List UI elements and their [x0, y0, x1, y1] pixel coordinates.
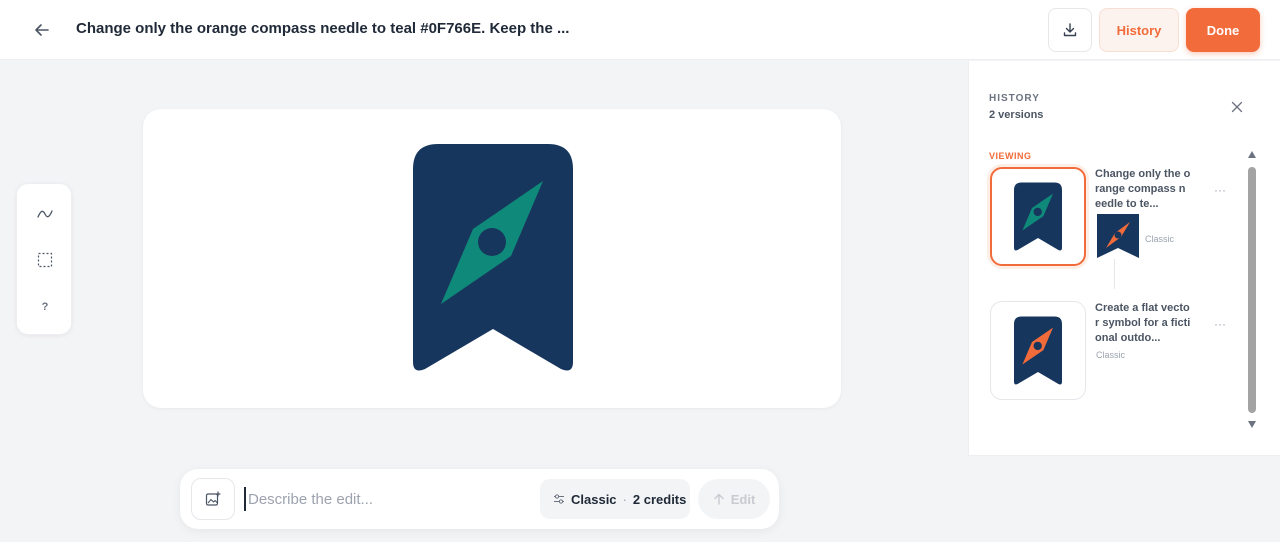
version-2-text: Create a flat vector symbol for a fictio…: [1095, 302, 1191, 344]
select-region-tool[interactable]: [31, 246, 59, 274]
separator-dot: ·: [622, 491, 627, 507]
version-1-menu-button[interactable]: ···: [1210, 184, 1230, 199]
squiggle-icon: [37, 210, 53, 218]
arrow-up-icon: [714, 493, 724, 505]
version-thumb-1[interactable]: [990, 167, 1086, 266]
compass-center: [478, 228, 506, 256]
version-1-text: Change only the orange compass needle to…: [1095, 168, 1191, 210]
close-history-button[interactable]: [1227, 97, 1247, 117]
edit-label: Edit: [730, 491, 756, 507]
history-heading: HISTORY: [989, 93, 1040, 104]
close-icon: [1231, 101, 1243, 113]
viewing-label: VIEWING: [989, 151, 1032, 161]
logo-thumbnail: [1014, 182, 1062, 250]
version-2-menu-button[interactable]: ···: [1210, 318, 1230, 333]
logo-preview: [413, 144, 573, 371]
freehand-tool[interactable]: [31, 200, 59, 228]
version-thumb-2[interactable]: [990, 301, 1086, 400]
download-button[interactable]: [1048, 8, 1092, 52]
mode-selector[interactable]: Classic · 2 credits: [540, 479, 690, 519]
mode-label: Classic: [571, 491, 617, 507]
history-panel: HISTORY 2 versions VIEWING Change only t…: [968, 61, 1280, 456]
logo-thumbnail: [1014, 316, 1062, 384]
version-1-tag: Classic: [1145, 234, 1175, 244]
scroll-up-arrow[interactable]: [1248, 151, 1256, 158]
version-count: 2 versions: [989, 109, 1044, 121]
scroll-down-arrow[interactable]: [1248, 421, 1256, 428]
back-button[interactable]: [28, 16, 56, 44]
scroll-thumb[interactable]: [1248, 167, 1256, 413]
download-icon: [1063, 23, 1077, 37]
edit-prompt-input[interactable]: [244, 487, 524, 511]
source-thumbnail: [1097, 214, 1139, 258]
canvas-preview: [143, 109, 841, 408]
done-button[interactable]: Done: [1186, 8, 1260, 52]
history-scrollbar[interactable]: [1245, 151, 1259, 431]
sliders-icon: [554, 494, 564, 504]
version-2-tag: Classic: [1096, 350, 1126, 360]
version-connector: [1114, 259, 1115, 289]
prompt-bar: Classic · 2 credits Edit: [180, 469, 779, 529]
credits-label: 2 credits: [632, 491, 687, 507]
arrow-left-icon: [35, 24, 49, 36]
image-add-icon: [205, 491, 221, 506]
history-button[interactable]: History: [1099, 8, 1179, 52]
top-bar: Change only the orange compass needle to…: [0, 0, 1280, 60]
attach-image-button[interactable]: [191, 478, 235, 520]
edit-submit-button[interactable]: Edit: [698, 479, 770, 519]
dashed-square-icon: [37, 252, 53, 268]
tool-rail: ?: [16, 183, 72, 335]
help-button[interactable]: ?: [31, 293, 59, 321]
page-title: Change only the orange compass needle to…: [76, 20, 570, 37]
